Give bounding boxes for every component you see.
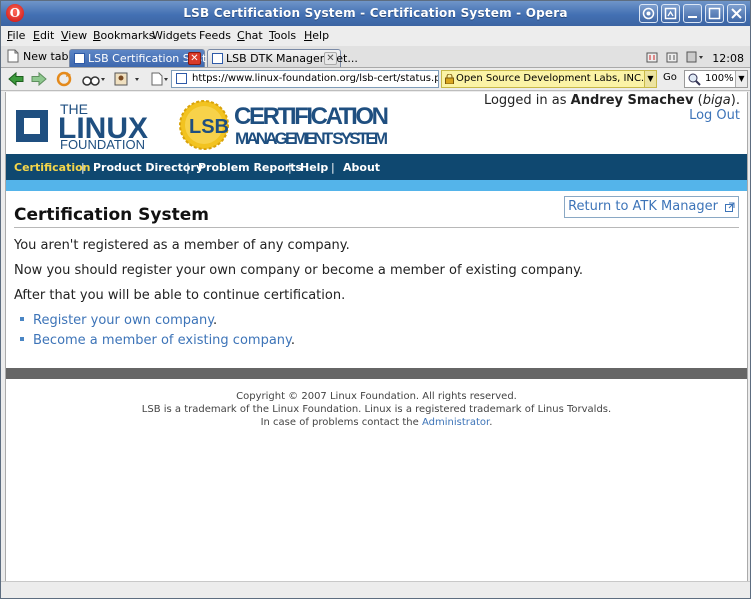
- navigation-toolbar: https://www.linux-foundation.org/lsb-cer…: [1, 68, 750, 91]
- continue-instruction: After that you will be able to continue …: [14, 288, 346, 303]
- nav-help[interactable]: Help: [300, 161, 328, 174]
- certificate-badge[interactable]: Open Source Development Labs, INC. (US) …: [441, 70, 657, 88]
- new-tab-label: New tab: [23, 49, 69, 63]
- tab-lsb-certification[interactable]: LSB Certification Syst... ✕: [69, 49, 217, 67]
- tab-dtk-manager[interactable]: LSB DTK Manager Get... ✕: [207, 49, 358, 67]
- close-tab-icon[interactable]: ✕: [324, 52, 337, 65]
- nav-separator: |: [331, 161, 335, 174]
- lsb-certification-logo: LSB CERTIFICATION MANAGEMENT SYSTEM: [179, 100, 389, 150]
- logout-link[interactable]: Log Out: [689, 108, 740, 123]
- window-title: LSB Certification System - Certification…: [183, 6, 568, 20]
- menu-bookmarks[interactable]: Bookmarks: [93, 29, 154, 42]
- external-window-icon: [725, 202, 735, 212]
- chevron-down-icon[interactable]: ▼: [735, 71, 747, 87]
- administrator-link[interactable]: Administrator: [422, 417, 489, 428]
- lock-icon: [445, 74, 454, 84]
- trash-dropdown-icon[interactable]: [686, 50, 704, 66]
- register-instruction: Now you should register your own company…: [14, 263, 584, 278]
- menu-tools[interactable]: Tools: [269, 29, 296, 42]
- tab-bar: New tab LSB Certification Syst... ✕ LSB …: [1, 46, 750, 68]
- zoom-value: 100%: [705, 73, 734, 84]
- user-name: Andrey Smachev: [570, 93, 694, 108]
- copyright-text: Copyright © 2007 Linux Foundation. All r…: [236, 391, 517, 402]
- nav-separator: |: [186, 161, 190, 174]
- main-nav: Certification | Product Directory | Prob…: [6, 154, 747, 180]
- page-content: THE LINUX FOUNDATION LSB CERTIFICATION M…: [5, 92, 748, 581]
- nav-separator: |: [81, 161, 85, 174]
- lsb-badge-text: LSB: [189, 116, 229, 138]
- page-menu-icon[interactable]: [149, 71, 169, 87]
- list-item: Become a member of existing company.: [20, 333, 295, 348]
- minimize-icon[interactable]: [683, 4, 702, 23]
- become-member-link[interactable]: Become a member of existing company: [33, 333, 291, 348]
- bullet-icon: [20, 316, 24, 321]
- contacts-icon[interactable]: [113, 71, 143, 87]
- logo-foundation-text: FOUNDATION: [60, 137, 145, 150]
- menu-bar: File Edit View Bookmarks Widgets Feeds C…: [1, 26, 750, 46]
- page-favicon-icon: [74, 53, 85, 64]
- menu-help[interactable]: Help: [304, 29, 329, 42]
- not-registered-message: You aren't registered as a member of any…: [14, 238, 350, 253]
- tabbar-tray: 12:08: [646, 50, 744, 66]
- linux-foundation-logo: THE LINUX FOUNDATION: [16, 101, 148, 150]
- chevron-down-icon[interactable]: ▼: [644, 71, 656, 87]
- footer: Copyright © 2007 Linux Foundation. All r…: [6, 390, 747, 429]
- address-url: https://www.linux-foundation.org/lsb-cer…: [192, 73, 439, 84]
- address-bar[interactable]: https://www.linux-foundation.org/lsb-cer…: [171, 70, 439, 88]
- binoculars-icon[interactable]: [81, 71, 105, 87]
- go-button[interactable]: Go: [663, 72, 677, 83]
- menu-file[interactable]: File: [7, 29, 25, 42]
- close-icon[interactable]: [727, 4, 746, 23]
- title-bar[interactable]: O LSB Certification System - Certificati…: [1, 1, 750, 26]
- register-company-link[interactable]: Register your own company: [33, 313, 213, 328]
- restore-icon[interactable]: [661, 4, 680, 23]
- lsb-title-line2: MANAGEMENT SYSTEM: [235, 129, 388, 148]
- page-title: Certification System: [14, 205, 209, 225]
- menu-edit[interactable]: Edit: [33, 29, 54, 42]
- lsb-title-line1: CERTIFICATION: [234, 103, 389, 130]
- certificate-owner: Open Source Development Labs, INC. (US): [456, 73, 657, 84]
- list-item: Register your own company.: [20, 313, 217, 328]
- footer-bar: [6, 368, 747, 379]
- magnifier-icon: [688, 73, 701, 86]
- menu-feeds[interactable]: Feeds: [199, 29, 231, 42]
- nav-certification[interactable]: Certification: [14, 161, 91, 174]
- back-arrow-icon[interactable]: [7, 71, 25, 87]
- status-bar: [1, 581, 750, 598]
- user-login: biga: [702, 93, 731, 108]
- page-favicon-icon: [212, 53, 223, 64]
- menu-widgets[interactable]: Widgets: [152, 29, 196, 42]
- zoom-select[interactable]: 100% ▼: [684, 70, 748, 88]
- nav-problem-reports[interactable]: Problem Reports: [198, 161, 302, 174]
- trash-restore-icon[interactable]: [646, 50, 658, 66]
- menu-view[interactable]: View: [61, 29, 87, 42]
- return-button-label: Return to ATK Manager: [568, 199, 718, 214]
- opera-menu-icon[interactable]: [639, 4, 658, 23]
- new-page-icon: [7, 49, 19, 63]
- trademark-text: LSB is a trademark of the Linux Foundati…: [141, 404, 612, 415]
- tab-label: LSB DTK Manager Get...: [226, 52, 358, 65]
- menu-chat[interactable]: Chat: [237, 29, 263, 42]
- window-controls: [639, 4, 746, 23]
- nav-separator: |: [288, 161, 292, 174]
- clock: 12:08: [712, 51, 744, 65]
- title-divider: [14, 227, 739, 228]
- nav-about[interactable]: About: [343, 161, 380, 174]
- login-status: Logged in as Andrey Smachev (biga). Log …: [483, 93, 740, 123]
- browser-window: O LSB Certification System - Certificati…: [0, 0, 751, 599]
- forward-arrow-icon[interactable]: [30, 71, 48, 87]
- contact-text: In case of problems contact the Administ…: [260, 417, 493, 428]
- close-tab-icon[interactable]: ✕: [188, 52, 201, 65]
- bullet-icon: [20, 336, 24, 341]
- new-tab-button[interactable]: New tab: [7, 49, 69, 63]
- nav-stripe: [6, 180, 747, 191]
- page-favicon-icon: [176, 73, 187, 84]
- return-to-atk-manager-button[interactable]: Return to ATK Manager: [564, 196, 739, 218]
- reload-icon[interactable]: [55, 71, 73, 87]
- maximize-icon[interactable]: [705, 4, 724, 23]
- trash-closed-tabs-icon[interactable]: [666, 50, 678, 66]
- logged-in-prefix: Logged in as: [483, 93, 571, 108]
